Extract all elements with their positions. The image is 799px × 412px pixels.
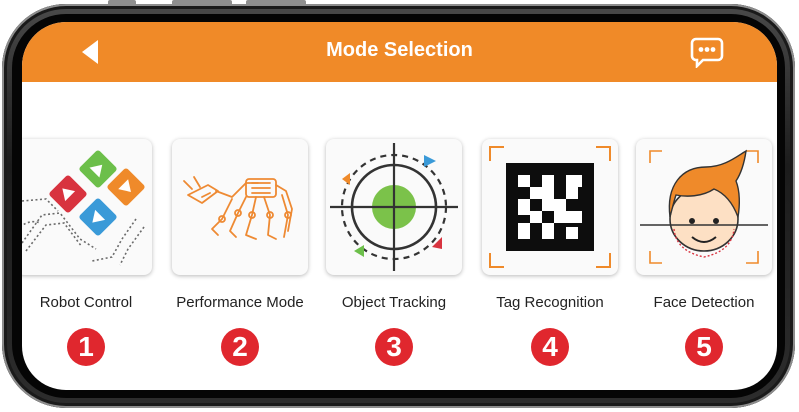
step-badge-1: 1 xyxy=(67,328,105,366)
mode-label-object-tracking: Object Tracking xyxy=(341,294,447,311)
mode-label-performance-mode: Performance Mode xyxy=(176,294,304,311)
step-badge-4: 4 xyxy=(531,328,569,366)
tag-recognition-icon xyxy=(489,146,611,268)
mode-card-face-detection[interactable] xyxy=(636,139,772,275)
step-badge-2: 2 xyxy=(221,328,259,366)
robot-control-icon xyxy=(22,150,145,266)
mode-card-performance-mode[interactable] xyxy=(172,139,308,275)
app-screen: Mode Selection Robot Control Performance… xyxy=(22,22,777,390)
object-tracking-icon xyxy=(330,143,458,271)
mode-card-tag-recognition[interactable] xyxy=(482,139,618,275)
mode-card-object-tracking[interactable] xyxy=(326,139,462,275)
step-badge-5: 5 xyxy=(685,328,723,366)
header-bar: Mode Selection xyxy=(22,22,777,82)
mode-label-face-detection: Face Detection xyxy=(653,294,755,311)
step-badge-3: 3 xyxy=(375,328,413,366)
mode-label-robot-control: Robot Control xyxy=(39,294,133,311)
page-title: Mode Selection xyxy=(326,39,473,61)
chat-button[interactable] xyxy=(690,36,724,70)
phone-mockup: Mode Selection Robot Control Performance… xyxy=(0,0,799,412)
face-detection-icon xyxy=(640,149,768,264)
performance-mode-icon xyxy=(183,176,293,240)
mode-card-robot-control[interactable] xyxy=(22,139,152,275)
chat-bubble-icon xyxy=(690,37,724,70)
mode-label-tag-recognition: Tag Recognition xyxy=(496,294,604,311)
